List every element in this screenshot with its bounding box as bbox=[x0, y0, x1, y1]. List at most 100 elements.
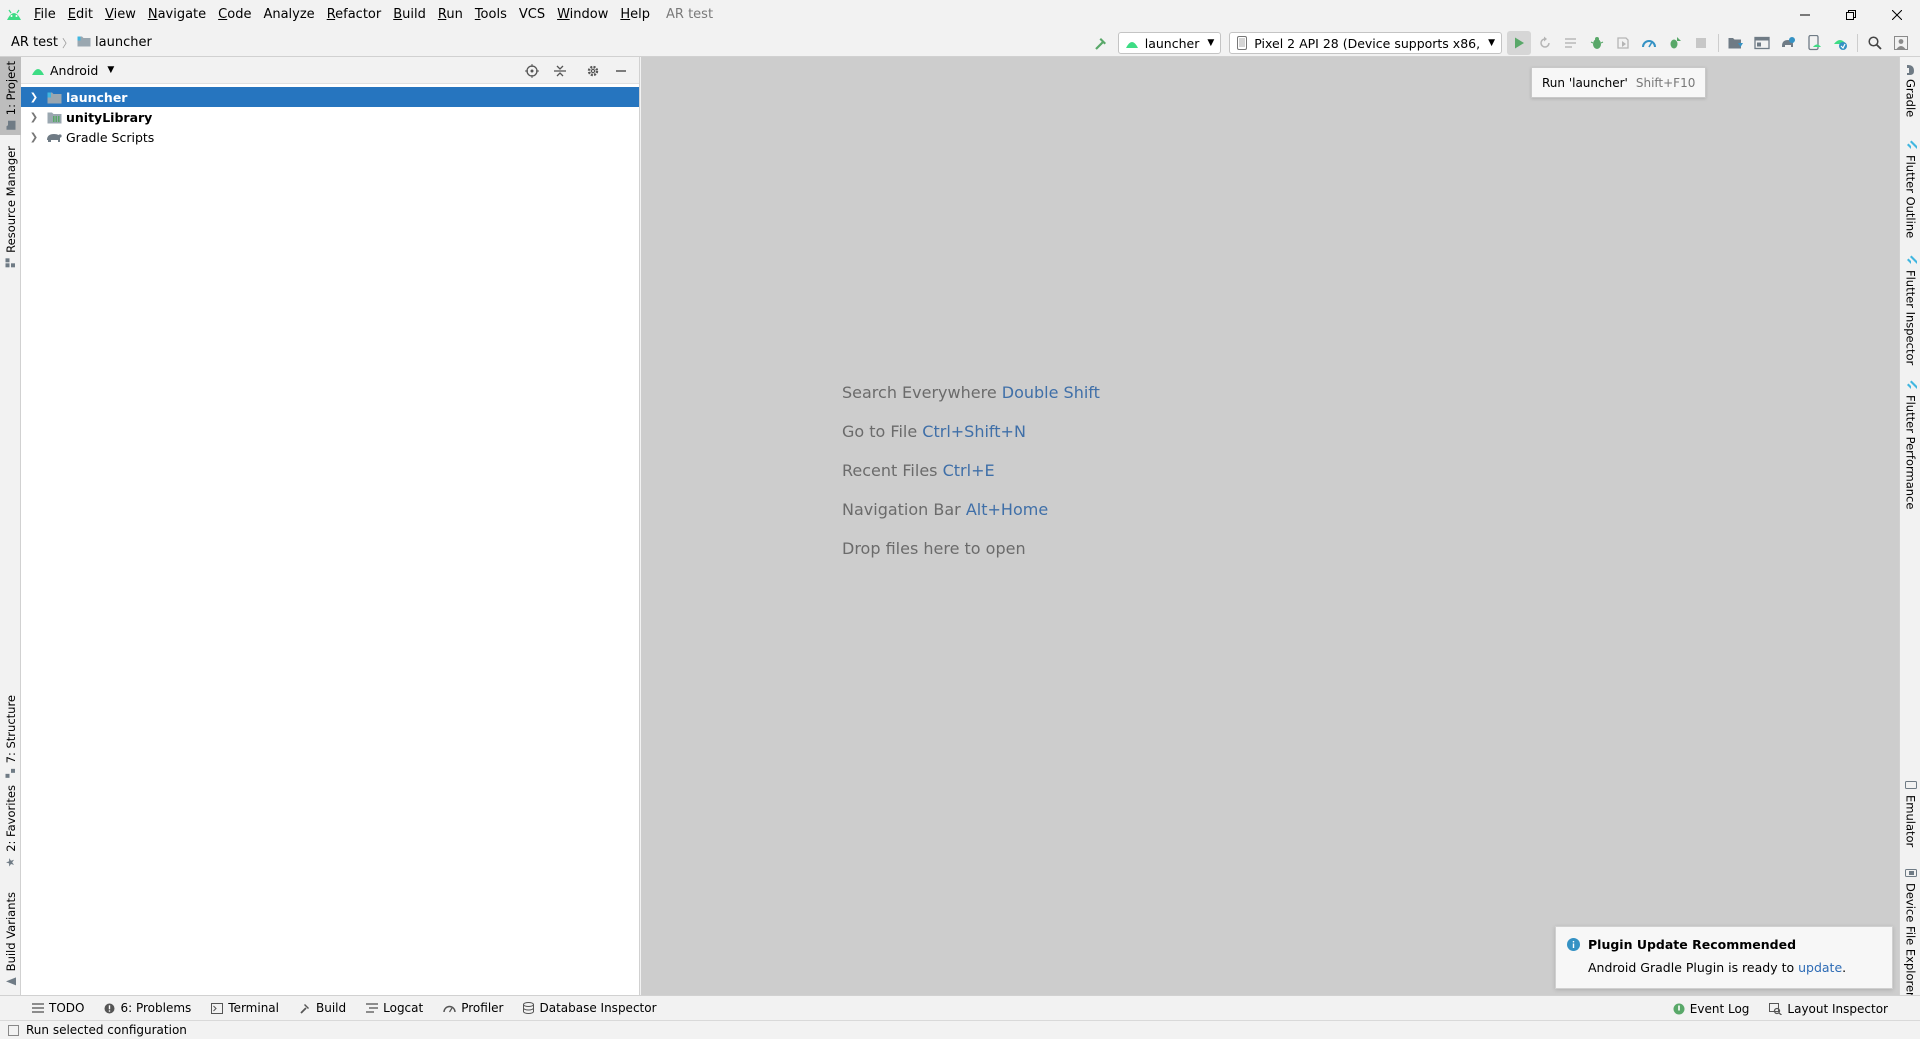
project-view-select[interactable]: Android ▼ bbox=[31, 63, 114, 78]
tab-profiler[interactable]: Profiler bbox=[433, 996, 513, 1021]
menu-bar: File Edit View Navigate Code Analyze Refactor B… bbox=[0, 0, 1920, 29]
update-link[interactable]: update bbox=[1798, 960, 1842, 975]
breadcrumb-project[interactable]: AR test bbox=[11, 35, 58, 50]
menu-tools[interactable]: Tools bbox=[469, 0, 513, 29]
make-project-button[interactable] bbox=[1089, 31, 1113, 55]
build-variants-icon bbox=[5, 977, 16, 986]
tree-item-launcher[interactable]: ❯ launcher bbox=[21, 87, 639, 107]
event-log-icon bbox=[1673, 1003, 1685, 1014]
menu-refactor[interactable]: Refactor bbox=[321, 0, 388, 29]
main-toolbar: launcher ▼ Pixel 2 API 28 (Device suppor… bbox=[1088, 29, 1920, 57]
minimize-button[interactable] bbox=[1782, 0, 1828, 29]
star-icon: ★ bbox=[4, 855, 17, 869]
tab-logcat[interactable]: Logcat bbox=[356, 996, 433, 1021]
close-window-button[interactable] bbox=[1874, 0, 1920, 29]
structure-icon bbox=[5, 768, 15, 778]
tooltip-label: Run 'launcher' bbox=[1542, 75, 1628, 90]
todo-list-icon bbox=[32, 1003, 44, 1013]
tab-build[interactable]: Build bbox=[289, 996, 356, 1021]
chevron-right-icon: ❯ bbox=[29, 111, 39, 123]
menu-edit[interactable]: Edit bbox=[62, 0, 99, 29]
hint-navigation-bar: Navigation Bar Alt+Home bbox=[842, 500, 1049, 519]
run-with-coverage-button[interactable] bbox=[1611, 31, 1635, 55]
sdk-manager-icon bbox=[1834, 40, 1847, 50]
tab-device-file-explorer-label: Device File Explorer bbox=[1903, 883, 1918, 997]
apply-changes-restart-button[interactable] bbox=[1533, 31, 1557, 55]
tab-flutter-performance[interactable]: Flutter Performance bbox=[1900, 379, 1920, 529]
gear-icon bbox=[587, 65, 599, 76]
tab-flutter-inspector-label: Flutter Inspector bbox=[1903, 270, 1918, 366]
left-tool-window-strip: 1: Project Resource Manager 7: Structure… bbox=[0, 57, 21, 995]
toolbar-separator bbox=[1718, 34, 1719, 52]
tab-layout-inspector[interactable]: Layout Inspector bbox=[1759, 996, 1898, 1021]
hint-recent-files: Recent Files Ctrl+E bbox=[842, 461, 995, 480]
attach-debugger-button[interactable] bbox=[1663, 31, 1687, 55]
tab-structure[interactable]: 7: Structure bbox=[0, 694, 21, 778]
sync-project-button[interactable] bbox=[1724, 31, 1748, 55]
chevron-right-icon: ❯ bbox=[29, 131, 39, 143]
tab-database-inspector[interactable]: Database Inspector bbox=[513, 996, 666, 1021]
profiler-gauge-icon bbox=[443, 1005, 456, 1013]
tab-terminal[interactable]: Terminal bbox=[201, 996, 289, 1021]
tab-structure-label: 7: Structure bbox=[3, 694, 18, 764]
menu-navigate[interactable]: Navigate bbox=[142, 0, 212, 29]
tab-event-log[interactable]: Event Log bbox=[1663, 996, 1760, 1021]
tab-database-inspector-label: Database Inspector bbox=[539, 1001, 657, 1015]
menu-window[interactable]: Window bbox=[551, 0, 614, 29]
project-structure-button[interactable] bbox=[1750, 31, 1774, 55]
bug-icon bbox=[1590, 37, 1604, 49]
tab-build-variants[interactable]: Build Variants bbox=[0, 892, 21, 987]
search-everywhere-button[interactable] bbox=[1863, 31, 1887, 55]
collapse-all-icon bbox=[554, 65, 566, 76]
avd-manager-button[interactable] bbox=[1802, 31, 1826, 55]
main-menu: File Edit View Navigate Code Analyze Refactor B… bbox=[28, 0, 656, 29]
stop-icon bbox=[1696, 38, 1706, 48]
run-button[interactable] bbox=[1507, 31, 1531, 55]
debug-button[interactable] bbox=[1585, 31, 1609, 55]
tab-project[interactable]: 1: Project bbox=[0, 57, 21, 135]
menu-help[interactable]: Help bbox=[614, 0, 656, 29]
tree-item-label: Gradle Scripts bbox=[66, 129, 155, 145]
breadcrumb: AR test 〉 launcher bbox=[11, 35, 152, 51]
menu-build[interactable]: Build bbox=[387, 0, 432, 29]
apply-code-changes-button[interactable] bbox=[1559, 31, 1583, 55]
collapse-all-button[interactable] bbox=[547, 59, 573, 83]
menu-analyze[interactable]: Analyze bbox=[257, 0, 320, 29]
project-options-button[interactable] bbox=[580, 59, 606, 83]
menu-vcs[interactable]: VCS bbox=[513, 0, 551, 29]
menu-run[interactable]: Run bbox=[432, 0, 469, 29]
breadcrumb-module[interactable]: launcher bbox=[95, 35, 152, 50]
run-configuration-label: launcher bbox=[1144, 35, 1200, 51]
sync-gradle-icon bbox=[1728, 38, 1743, 49]
menu-view[interactable]: View bbox=[99, 0, 142, 29]
tab-device-file-explorer[interactable]: Device File Explorer bbox=[1900, 867, 1920, 997]
account-button[interactable] bbox=[1889, 31, 1913, 55]
project-view-label: Android bbox=[50, 62, 99, 78]
restore-button[interactable] bbox=[1828, 0, 1874, 29]
tab-flutter-inspector[interactable]: Flutter Inspector bbox=[1900, 254, 1920, 374]
tree-item-gradle-scripts[interactable]: ❯ Gradle Scripts bbox=[21, 127, 639, 147]
profile-button[interactable] bbox=[1637, 31, 1661, 55]
tab-problems[interactable]: 6: Problems bbox=[94, 996, 201, 1021]
hide-panel-button[interactable] bbox=[608, 59, 634, 83]
flutter-icon bbox=[1906, 140, 1917, 149]
select-opened-file-button[interactable] bbox=[519, 59, 545, 83]
editor-empty-area[interactable]: Search Everywhere Double Shift Go to Fil… bbox=[641, 57, 1899, 995]
tab-flutter-outline[interactable]: Flutter Outline bbox=[1900, 139, 1920, 249]
menu-code[interactable]: Code bbox=[212, 0, 257, 29]
menu-file[interactable]: File bbox=[28, 0, 62, 29]
gradle-sync-button[interactable] bbox=[1776, 31, 1800, 55]
device-select[interactable]: Pixel 2 API 28 (Device supports x86, ▼ bbox=[1229, 32, 1502, 54]
tab-favorites[interactable]: ★ 2: Favorites bbox=[0, 785, 21, 869]
tree-item-label: unityLibrary bbox=[66, 109, 153, 125]
stop-button[interactable] bbox=[1689, 31, 1713, 55]
sdk-manager-button[interactable] bbox=[1828, 31, 1852, 55]
tab-emulator[interactable]: Emulator bbox=[1900, 779, 1920, 859]
tab-todo[interactable]: TODO bbox=[22, 996, 94, 1021]
run-configuration-select[interactable]: launcher ▼ bbox=[1117, 32, 1222, 54]
tool-windows-toggle-icon[interactable] bbox=[8, 1024, 19, 1036]
tab-gradle[interactable]: Gradle bbox=[1900, 65, 1920, 145]
tree-item-unitylibrary[interactable]: ❯ unityLibrary bbox=[21, 107, 639, 127]
tab-resource-manager[interactable]: Resource Manager bbox=[0, 145, 21, 269]
locate-target-icon bbox=[525, 63, 539, 78]
